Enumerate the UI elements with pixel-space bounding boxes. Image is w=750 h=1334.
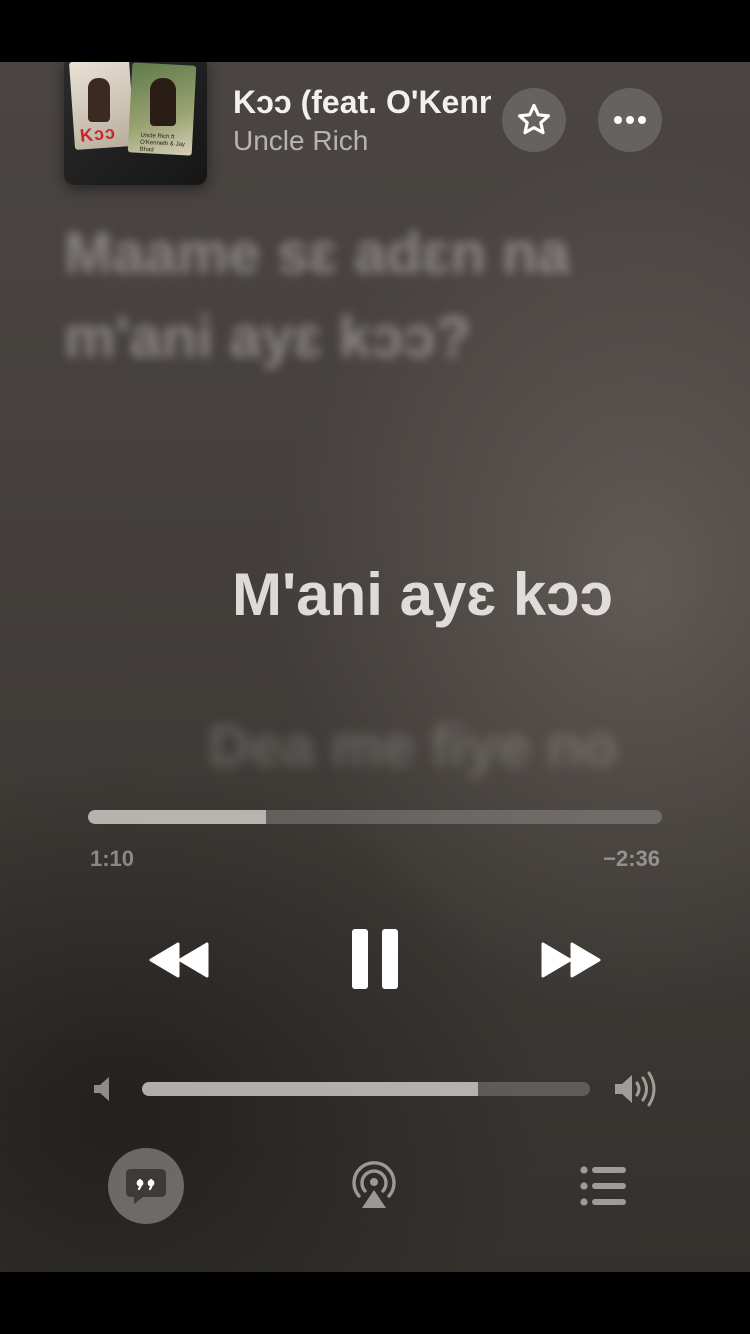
pause-button[interactable]: [340, 922, 410, 996]
album-artwork[interactable]: Kɔɔ Uncle Rich ft O'Kenneth & Jay Bhad: [64, 62, 207, 185]
volume-min-button[interactable]: [90, 1074, 120, 1104]
favorite-button[interactable]: [502, 88, 566, 152]
more-options-button[interactable]: [598, 88, 662, 152]
speaker-low-icon: [94, 1077, 109, 1101]
airplay-icon: [352, 1161, 396, 1208]
volume-slider[interactable]: [142, 1082, 590, 1096]
fast-forward-button[interactable]: [534, 930, 610, 990]
lyric-line-previous[interactable]: Maame sɛ adɛn na m'ani ayɛ kɔɔ?: [64, 212, 624, 380]
now-playing-screen: Kɔɔ Uncle Rich ft O'Kenneth & Jay Bhad K…: [0, 62, 750, 1272]
pause-icon: [352, 929, 398, 989]
song-title: Kɔɔ (feat. O'Kenneth & Jay Bhad): [233, 84, 491, 120]
elapsed-time: 1:10: [90, 846, 135, 871]
artwork-figure: [88, 78, 110, 122]
remaining-time: −2:36: [603, 846, 660, 871]
volume-max-button[interactable]: [612, 1070, 660, 1108]
queue-button[interactable]: [578, 1164, 628, 1208]
ellipsis-icon: [614, 116, 646, 124]
speaker-high-icon: [615, 1071, 656, 1107]
artwork-title: Kɔɔ: [79, 122, 117, 146]
playback-scrubber[interactable]: [88, 810, 662, 824]
airplay-button[interactable]: [350, 1158, 398, 1214]
lyric-line-next[interactable]: Dea me fiye no: [208, 712, 617, 782]
lyric-line-current[interactable]: M'ani ayɛ kɔɔ: [232, 560, 613, 630]
lyrics-quote-icon: [126, 1169, 166, 1204]
star-icon: [518, 103, 550, 135]
queue-list-icon: [580, 1166, 626, 1206]
fast-forward-icon: [541, 942, 601, 978]
rewind-icon: [149, 942, 209, 978]
playback-progress-fill: [88, 810, 266, 824]
volume-level-fill: [142, 1082, 478, 1096]
rewind-button[interactable]: [140, 930, 216, 990]
lyrics-button[interactable]: [108, 1148, 184, 1224]
song-title-container: Kɔɔ (feat. O'Kenneth & Jay Bhad): [233, 84, 491, 120]
artwork-credits: Uncle Rich ft O'Kenneth & Jay Bhad: [139, 132, 185, 154]
artist-name[interactable]: Uncle Rich: [233, 124, 368, 158]
artwork-figure: [150, 78, 176, 126]
